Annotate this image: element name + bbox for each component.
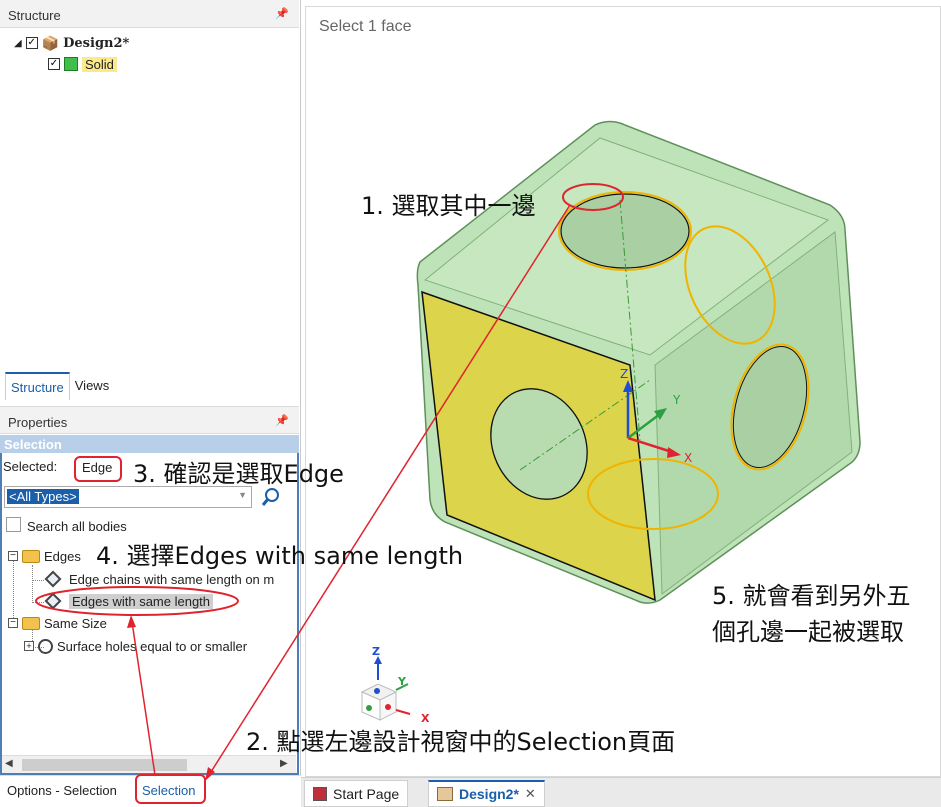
annotation-circle-edges-same-length [35, 586, 239, 616]
viewcube-y-label: Y [397, 675, 407, 688]
model-canvas[interactable]: Z Y X Z Y X [0, 0, 941, 807]
annotation-step3: 3. 確認是選取Edge [133, 460, 344, 488]
design-icon [437, 787, 453, 801]
triad-z-label: Z [620, 367, 628, 381]
annotation-step1: 1. 選取其中一邊 [361, 192, 536, 220]
start-page-icon [313, 786, 327, 801]
hole-top[interactable] [560, 193, 690, 269]
viewcube-x-axis [395, 709, 411, 715]
view-cube-dot [366, 705, 372, 711]
annotation-arrow-line [131, 621, 156, 776]
view-cube-dot [374, 688, 380, 694]
tab-design2-label: Design2* [459, 786, 519, 802]
annotation-step2: 2. 點選左邊設計視窗中的Selection頁面 [246, 728, 676, 756]
tab-start-page-label: Start Page [333, 785, 400, 802]
annotation-step4: 4. 選擇Edges with same length [96, 542, 464, 570]
triad-y-label: Y [672, 393, 681, 407]
tab-design2[interactable]: Design2* ✕ [428, 780, 545, 807]
annotation-step5-line2: 個孔邊一起被選取 [712, 618, 904, 646]
triad-x-label: X [684, 451, 692, 465]
view-cube-dot [385, 704, 391, 710]
viewcube-z-label: Z [372, 645, 380, 658]
close-icon[interactable]: ✕ [525, 786, 536, 802]
annotation-step5-line1: 5. 就會看到另外五 [712, 582, 911, 610]
annotation-arrowhead [127, 615, 136, 628]
tab-start-page[interactable]: Start Page [304, 780, 409, 807]
